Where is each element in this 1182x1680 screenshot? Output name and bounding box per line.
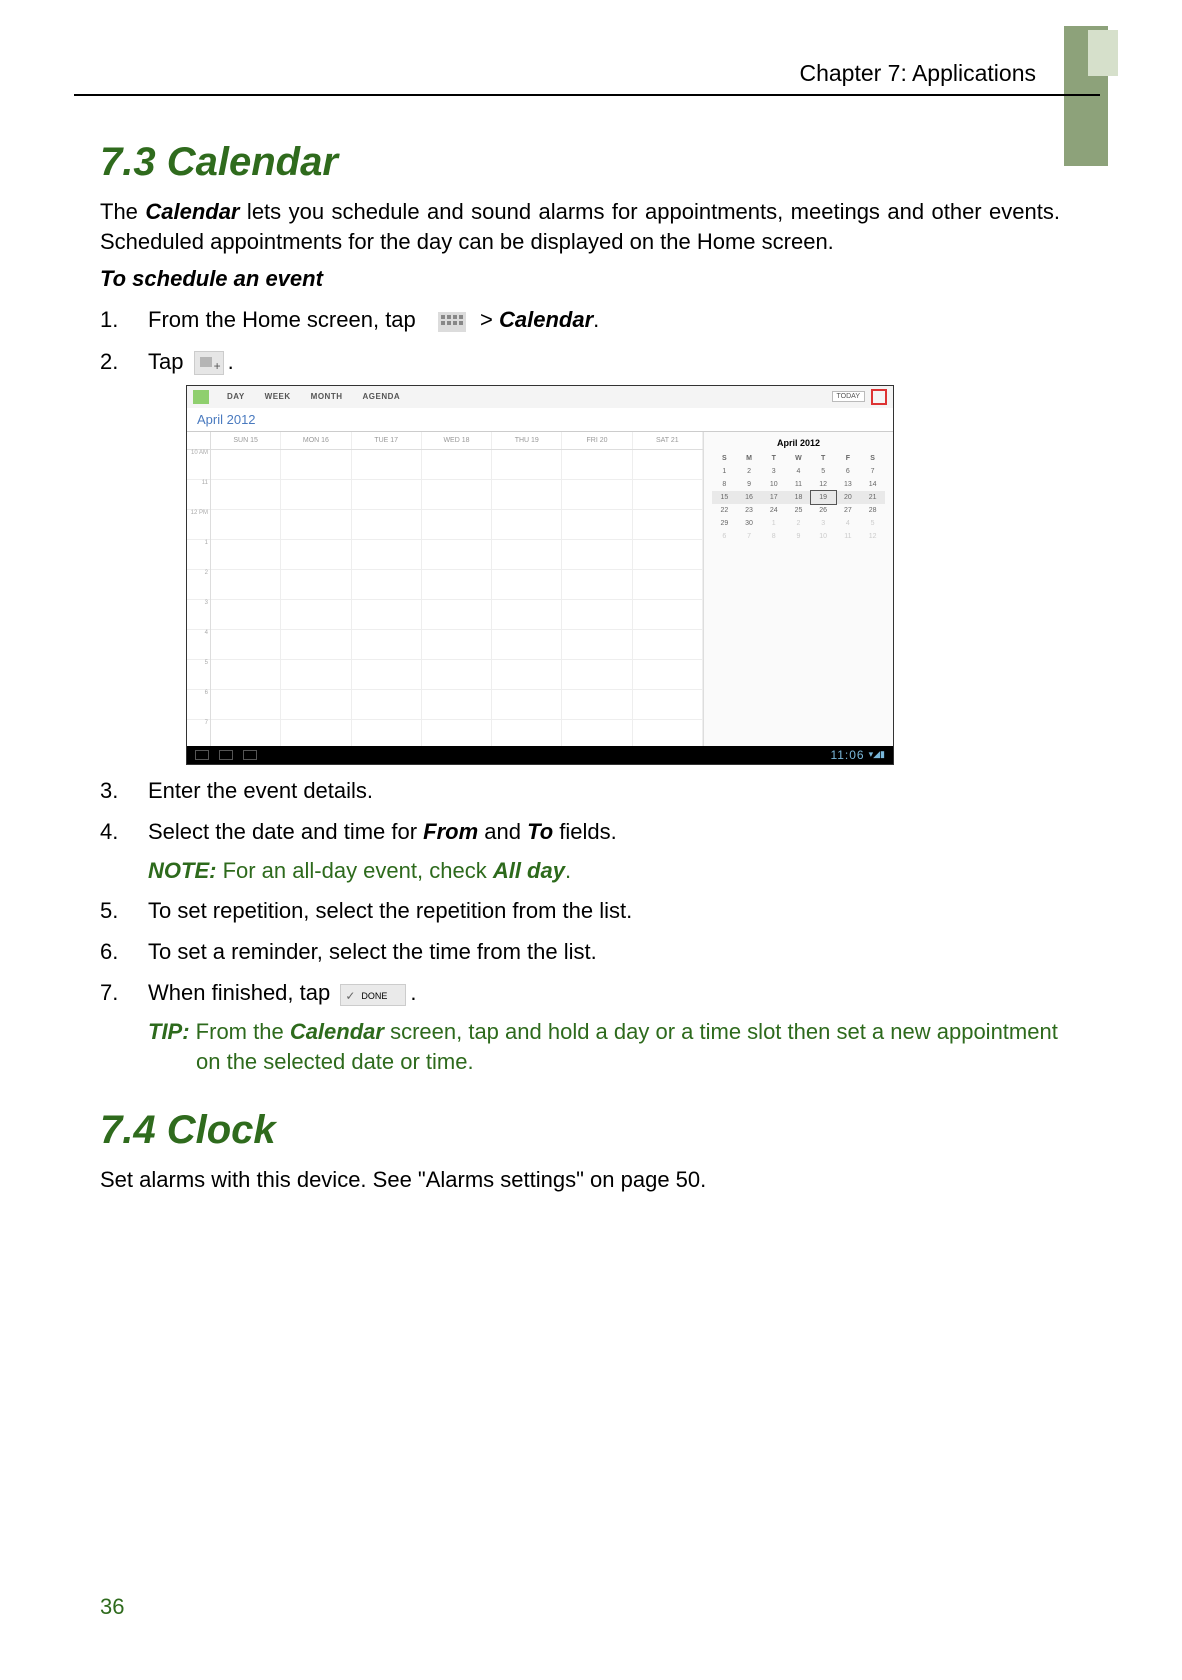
- step-6: 6.To set a reminder, select the time fro…: [100, 934, 1060, 969]
- day-header[interactable]: FRI 20: [562, 432, 632, 449]
- step-1: 1. From the Home screen, tap > Calendar.: [100, 302, 1060, 337]
- calendar-app-icon[interactable]: [193, 390, 209, 404]
- hour-label: 6: [187, 690, 210, 720]
- hour-label: 1: [187, 540, 210, 570]
- apps-grid-icon: [438, 312, 466, 332]
- mini-month: April 2012 SMTWTFS 1234567 891011121314 …: [703, 432, 893, 750]
- note-label: NOTE:: [148, 858, 216, 883]
- recent-icon[interactable]: [243, 750, 257, 760]
- note-all-day: NOTE: For an all-day event, check All da…: [148, 855, 1060, 887]
- hour-label: 4: [187, 630, 210, 660]
- status-signal-icon: ▾◢▮: [869, 749, 885, 760]
- intro-pre: The: [100, 199, 145, 224]
- note-body-end: .: [565, 858, 571, 883]
- step1-mid: >: [480, 307, 499, 332]
- step1-pre: From the Home screen, tap: [148, 307, 422, 332]
- calendar-toolbar: DAY WEEK MONTH AGENDA TODAY: [187, 386, 893, 408]
- note-body-bold: All day: [493, 858, 565, 883]
- hour-label: 5: [187, 660, 210, 690]
- day-header[interactable]: TUE 17: [352, 432, 422, 449]
- section-7-3-intro: The Calendar lets you schedule and sound…: [100, 197, 1060, 256]
- hour-label: 12 PM: [187, 510, 210, 540]
- intro-appname: Calendar: [145, 199, 239, 224]
- section-7-3-heading: 7.3 Calendar: [100, 140, 1060, 185]
- tab-week[interactable]: WEEK: [265, 392, 291, 401]
- android-nav-bar: 11:06 ▾◢▮: [187, 746, 893, 764]
- back-icon[interactable]: [195, 750, 209, 760]
- calendar-screenshot: DAY WEEK MONTH AGENDA TODAY April 2012 S…: [186, 385, 894, 765]
- to-schedule-subheading: To schedule an event: [100, 266, 1060, 292]
- tip-label: TIP:: [148, 1019, 190, 1044]
- step2-end: .: [228, 349, 234, 374]
- status-clock: 11:06: [830, 748, 864, 762]
- page-ref-50: 50: [676, 1167, 700, 1192]
- hour-label: 11: [187, 480, 210, 510]
- hour-label: 2: [187, 570, 210, 600]
- add-event-icon: [194, 351, 224, 375]
- section-7-4-heading: 7.4 Clock: [100, 1108, 1060, 1153]
- intro-post: lets you schedule and sound alarms for a…: [100, 199, 1060, 254]
- step-4: 4. Select the date and time for From and…: [100, 814, 1060, 849]
- section-7-4-body: Set alarms with this device. See "Alarms…: [100, 1165, 1060, 1195]
- chapter-header: Chapter 7: Applications: [799, 60, 1036, 87]
- tip-calendar: TIP: From the Calendar screen, tap and h…: [148, 1017, 1060, 1079]
- step1-end: .: [593, 307, 599, 332]
- note-body-pre: For an all-day event, check: [216, 858, 492, 883]
- day-header[interactable]: WED 18: [422, 432, 492, 449]
- day-header[interactable]: THU 19: [492, 432, 562, 449]
- day-header[interactable]: MON 16: [281, 432, 351, 449]
- mini-month-title: April 2012: [712, 438, 885, 448]
- tip-pre: From the: [190, 1019, 290, 1044]
- tab-month[interactable]: MONTH: [311, 392, 343, 401]
- home-icon[interactable]: [219, 750, 233, 760]
- corner-accent-light: [1088, 30, 1118, 76]
- tip-app: Calendar: [290, 1019, 384, 1044]
- step-5: 5.To set repetition, select the repetiti…: [100, 893, 1060, 928]
- step-7: 7. When finished, tap DONE.: [100, 975, 1060, 1010]
- hour-label: 10 AM: [187, 450, 210, 480]
- day-header[interactable]: SUN 15: [211, 432, 281, 449]
- month-label: April 2012: [187, 408, 893, 432]
- done-button-icon: DONE: [340, 984, 406, 1006]
- clock-body-end: .: [700, 1167, 706, 1192]
- day-header[interactable]: SAT 21: [633, 432, 703, 449]
- step1-app: Calendar: [499, 307, 593, 332]
- tab-day[interactable]: DAY: [227, 392, 245, 401]
- step2-pre: Tap: [148, 349, 190, 374]
- today-button[interactable]: TODAY: [832, 391, 865, 402]
- step-2: 2. Tap .: [100, 344, 1060, 379]
- add-event-button[interactable]: [871, 389, 887, 405]
- hour-label: 3: [187, 600, 210, 630]
- page-number: 36: [100, 1594, 124, 1620]
- clock-body-pre: Set alarms with this device. See "Alarms…: [100, 1167, 676, 1192]
- step-3: 3.Enter the event details.: [100, 773, 1060, 808]
- week-view: SUN 15 MON 16 TUE 17 WED 18 THU 19 FRI 2…: [187, 432, 703, 750]
- tab-agenda[interactable]: AGENDA: [362, 392, 400, 401]
- header-rule: [74, 94, 1100, 96]
